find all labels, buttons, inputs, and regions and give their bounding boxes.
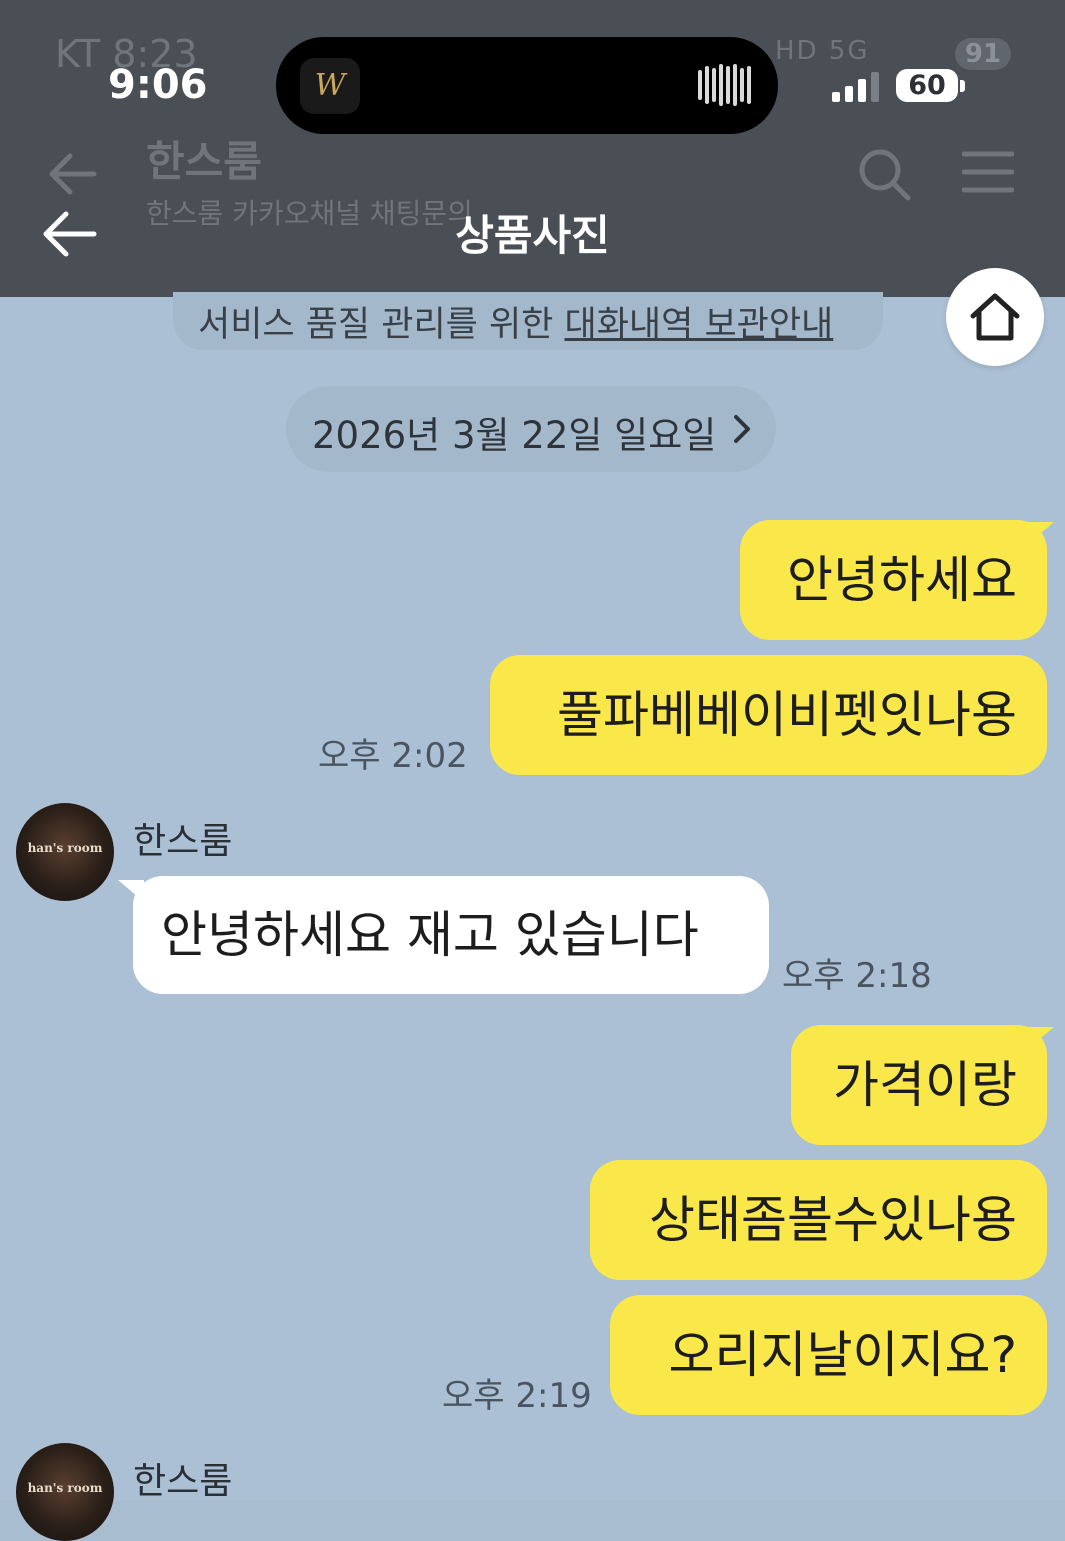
waveform-icon bbox=[698, 64, 751, 106]
notice-link[interactable]: 대화내역 보관안내 bbox=[565, 305, 834, 345]
message-bubble-mine[interactable]: 가격이랑 bbox=[791, 1025, 1047, 1145]
message-time: 오후 2:18 bbox=[782, 956, 932, 996]
page-title: 상품사진 bbox=[455, 211, 610, 260]
chevron-right-icon bbox=[734, 415, 750, 443]
battery-tip bbox=[960, 80, 965, 92]
underlying-battery: 91 bbox=[955, 38, 1011, 70]
bubble-tail bbox=[1028, 1027, 1054, 1049]
message-bubble-mine[interactable]: 오리지날이지요? bbox=[610, 1295, 1047, 1415]
underlying-back-arrow-icon bbox=[49, 153, 97, 195]
notice-text: 서비스 품질 관리를 위한 대화내역 보관안내 bbox=[198, 296, 833, 347]
avatar[interactable]: han's room bbox=[16, 803, 114, 901]
home-icon bbox=[970, 293, 1020, 341]
home-button[interactable] bbox=[946, 268, 1044, 366]
island-app-icon: W bbox=[300, 58, 360, 114]
underlying-status-icons: HD 5G bbox=[775, 36, 870, 66]
avatar-logo-text: han's room bbox=[27, 1481, 103, 1495]
bubble-tail bbox=[118, 880, 144, 902]
message-time: 오후 2:02 bbox=[318, 736, 468, 776]
message-bubble-mine[interactable]: 풀파베베이비펫잇나용 bbox=[490, 655, 1047, 775]
avatar[interactable]: han's room bbox=[16, 1443, 114, 1541]
signal-icon bbox=[832, 72, 879, 102]
message-bubble-mine[interactable]: 상태좀볼수있나용 bbox=[590, 1160, 1047, 1280]
avatar-logo-text: han's room bbox=[27, 841, 103, 855]
header: KT 8:23 HD 5G 91 한스룸 한스룸 카카오채널 채팅문의 9:06… bbox=[0, 0, 1065, 297]
message-bubble-mine[interactable]: 안녕하세요 bbox=[740, 520, 1047, 640]
notice-label: 서비스 품질 관리를 위한 bbox=[198, 305, 565, 345]
sender-name: 한스룸 bbox=[133, 821, 233, 862]
status-time: 9:06 bbox=[108, 62, 208, 108]
sender-name: 한스룸 bbox=[133, 1461, 233, 1502]
message-bubble-theirs[interactable]: 안녕하세요 재고 있습니다 bbox=[133, 876, 769, 994]
underlying-title: 한스룸 bbox=[146, 137, 262, 186]
search-icon[interactable] bbox=[856, 146, 912, 202]
message-time: 오후 2:19 bbox=[442, 1376, 592, 1416]
menu-icon[interactable] bbox=[962, 150, 1014, 194]
bubble-tail bbox=[1028, 522, 1054, 544]
battery-indicator: 60 bbox=[896, 69, 958, 102]
date-text: 2026년 3월 22일 일요일 bbox=[312, 414, 717, 457]
